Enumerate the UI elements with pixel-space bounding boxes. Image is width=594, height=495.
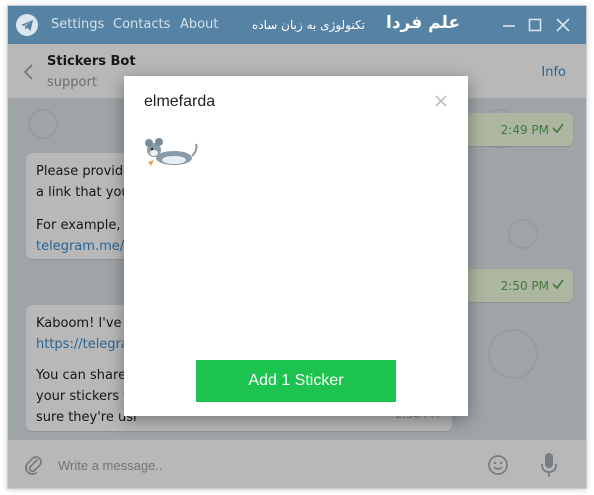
sticker-pack-dialog: elmefarda Add 1 Sticker: [124, 76, 468, 416]
maximize-icon[interactable]: [524, 14, 546, 36]
close-icon[interactable]: [433, 93, 449, 109]
telegram-logo-icon: [16, 14, 38, 36]
menu-about[interactable]: About: [180, 17, 218, 32]
menu-settings[interactable]: Settings: [51, 17, 104, 32]
minimize-icon[interactable]: [498, 14, 520, 36]
sticker-pack-title: elmefarda: [144, 93, 216, 110]
sticker-thumbnail[interactable]: [142, 136, 200, 170]
close-window-icon[interactable]: [552, 14, 574, 36]
brand-name: علم فردا: [386, 13, 461, 33]
brand-tagline: تکنولوژی به زبان ساده: [252, 18, 365, 32]
title-bar: Settings Contacts About تکنولوژی به زبان…: [8, 6, 586, 44]
add-sticker-button[interactable]: Add 1 Sticker: [196, 360, 396, 402]
menu-contacts[interactable]: Contacts: [113, 17, 170, 32]
